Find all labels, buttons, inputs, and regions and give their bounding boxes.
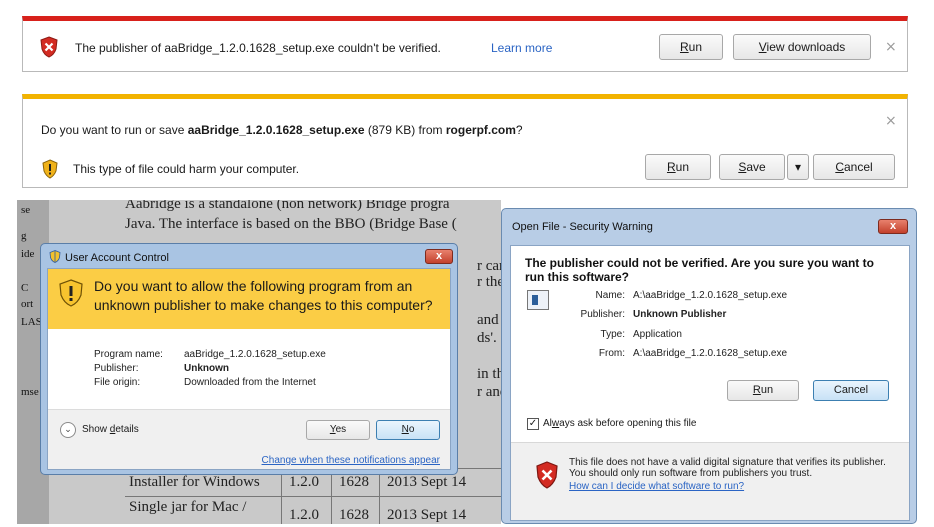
change-notifications-link[interactable]: Change when these notifications appear [262,455,440,466]
open-file-security-warning-dialog: Open File - Security Warning x The publi… [501,208,917,524]
red-shield-icon [535,461,559,492]
page-paragraph-line: in th [477,366,501,382]
publisher-label: Publisher: [94,363,139,374]
run-or-save-bar: Do you want to run or save aaBridge_1.2.… [22,94,908,188]
unverified-publisher-message: The publisher of aaBridge_1.2.0.1628_set… [75,41,441,55]
name-value: A:\aaBridge_1.2.0.1628_setup.exe [633,290,788,301]
name-label: Name: [595,290,625,301]
from-label: From: [598,348,625,359]
application-file-icon [527,290,549,310]
cancel-button[interactable]: Cancel [813,380,889,401]
save-button[interactable]: Save [719,154,785,180]
program-name-value: aaBridge_1.2.0.1628_setup.exe [184,349,326,360]
type-value: Application [633,329,682,340]
yes-button[interactable]: Yes [306,420,370,440]
learn-more-link[interactable]: Learn more [491,41,552,55]
close-icon[interactable]: × [885,39,897,55]
close-icon[interactable]: x [425,249,453,264]
type-label: Type: [600,329,625,340]
site-name: rogerpf.com [445,123,516,137]
run-or-save-question: Do you want to run or save aaBridge_1.2.… [41,123,523,137]
run-button[interactable]: Run [659,34,723,60]
close-icon[interactable]: x [878,219,908,234]
chevron-down-icon[interactable]: ⌄ [60,422,76,438]
uac-content: Do you want to allow the following progr… [47,268,451,470]
uac-shield-icon [49,250,61,266]
page-paragraph-line: r the [477,274,501,290]
red-shield-icon [39,36,59,61]
user-account-control-dialog: User Account Control x Do you want to al… [40,243,458,475]
download-blocked-bar: The publisher of aaBridge_1.2.0.1628_set… [22,16,908,72]
page-paragraph-line: r and [477,384,501,400]
page-paragraph-line: ds'. [477,330,497,346]
file-origin-value: Downloaded from the Internet [184,377,316,388]
show-details-toggle[interactable]: Show details [82,424,139,435]
dialog-title: User Account Control [49,250,169,266]
always-ask-checkbox[interactable]: ✓ [527,418,539,430]
close-icon[interactable]: × [885,113,897,129]
cancel-button[interactable]: Cancel [813,154,895,180]
page-paragraph-line: r car [477,258,501,274]
file-name: aaBridge_1.2.0.1628_setup.exe [187,123,365,137]
chevron-down-icon: ▾ [794,160,802,174]
run-button[interactable]: Run [727,380,799,401]
uac-question-band: Do you want to allow the following progr… [48,269,450,329]
page-paragraph-line: Java. The interface is based on the BBO … [125,216,457,232]
signature-warning-area: This file does not have a valid digital … [511,442,909,520]
uac-button-area: ⌄ Show details Yes No Change when these … [48,409,450,469]
decide-software-link[interactable]: How can I decide what software to run? [569,481,744,492]
view-downloads-button[interactable]: View downloads [733,34,871,60]
yellow-shield-warning-icon [41,159,59,182]
publisher-label: Publisher: [580,309,625,320]
file-origin-label: File origin: [94,377,141,388]
no-button[interactable]: No [376,420,440,440]
publisher-value: Unknown [184,363,229,374]
uac-question: Do you want to allow the following progr… [94,278,433,313]
yellow-shield-warning-icon [58,279,84,310]
page-paragraph-line: and c [477,312,501,328]
security-content: The publisher could not be verified. Are… [510,245,910,521]
program-name-label: Program name: [94,349,163,360]
dialog-title: Open File - Security Warning [512,221,653,233]
run-button[interactable]: Run [645,154,711,180]
publisher-value: Unknown Publisher [633,309,727,320]
security-question: The publisher could not be verified. Are… [525,256,874,284]
table-row: Single jar for Mac / 1.2.0 1628 2013 Sep… [125,496,501,524]
signature-warning-text: This file does not have a valid digital … [569,457,886,479]
harm-warning-text: This type of file could harm your comput… [73,162,300,176]
from-value: A:\aaBridge_1.2.0.1628_setup.exe [633,348,788,359]
always-ask-label[interactable]: Always ask before opening this file [543,418,696,429]
page-paragraph-line: Aabridge is a standalone (non network) B… [125,200,450,212]
save-options-dropdown[interactable]: ▾ [787,154,809,180]
